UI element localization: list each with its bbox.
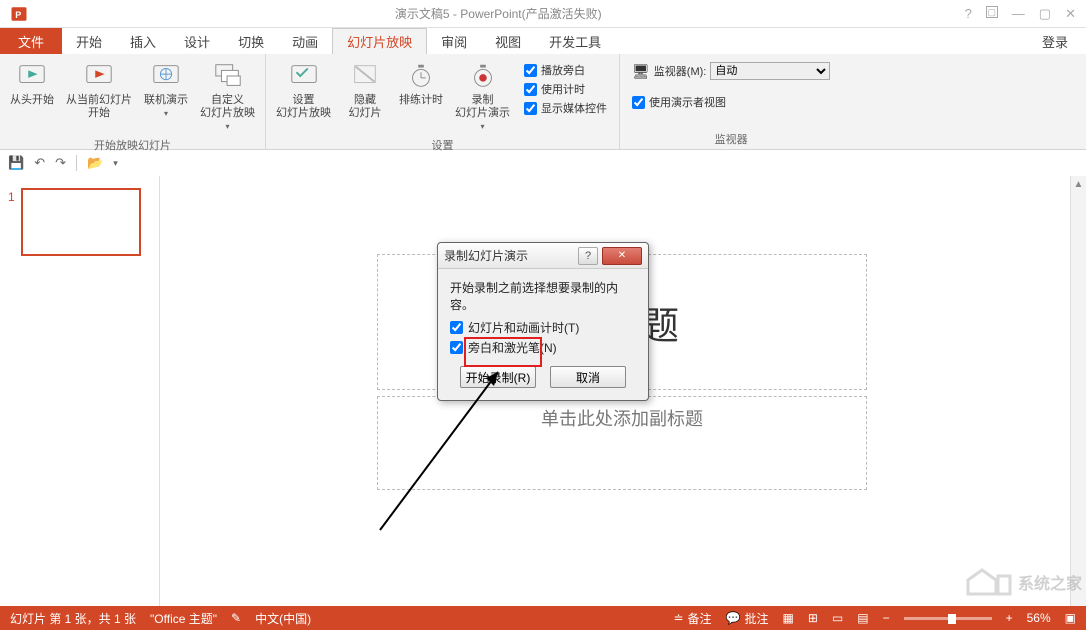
group-label: 监视器 <box>626 129 836 149</box>
record-dialog: 录制幻灯片演示 ? ✕ 开始录制之前选择想要录制的内容。 幻灯片和动画计时(T)… <box>437 242 649 401</box>
narration-checkbox[interactable]: 旁白和激光笔(N) <box>450 339 636 356</box>
tab-animations[interactable]: 动画 <box>278 28 332 54</box>
svg-text:P: P <box>15 9 21 19</box>
custom-show-icon <box>212 60 244 92</box>
undo-icon[interactable]: ↶ <box>34 155 45 171</box>
dialog-titlebar[interactable]: 录制幻灯片演示 ? ✕ <box>438 243 648 269</box>
monitor-label: 监视器(M): <box>654 63 707 79</box>
minimize-icon[interactable]: — <box>1012 6 1025 22</box>
play-narrations-checkbox[interactable]: 播放旁白 <box>524 62 607 78</box>
qat-sep <box>76 155 77 171</box>
dialog-prompt: 开始录制之前选择想要录制的内容。 <box>450 279 636 313</box>
present-online-icon <box>150 60 182 92</box>
ribbon: 从头开始 从当前幻灯片 开始 联机演示▾ 自定义 幻灯片放映▾ 开始放映幻灯片 … <box>0 54 1086 150</box>
save-icon[interactable]: 💾 <box>8 155 24 171</box>
maximize-icon[interactable]: ▢ <box>1039 6 1051 22</box>
cancel-button[interactable]: 取消 <box>550 366 626 388</box>
slide-number: 1 <box>8 190 15 204</box>
login-link[interactable]: 登录 <box>1024 28 1086 54</box>
normal-view-icon[interactable]: ▦ <box>783 611 794 625</box>
from-beginning-button[interactable]: 从头开始 <box>6 58 58 109</box>
from-current-button[interactable]: 从当前幻灯片 开始 <box>62 58 136 122</box>
tab-view[interactable]: 视图 <box>481 28 535 54</box>
reading-view-icon[interactable]: ▭ <box>832 611 843 625</box>
thumbnail-preview[interactable] <box>21 188 141 256</box>
dialog-title: 录制幻灯片演示 <box>444 247 528 264</box>
record-button[interactable]: 录制 幻灯片演示▾ <box>451 58 514 135</box>
chevron-down-icon: ▾ <box>225 122 229 131</box>
setup-show-icon <box>288 60 320 92</box>
statusbar: 幻灯片 第 1 张，共 1 张 "Office 主题" ✎ 中文(中国) ≐ 备… <box>0 606 1086 630</box>
fit-to-window-icon[interactable]: ▣ <box>1065 611 1076 625</box>
status-slide-info[interactable]: 幻灯片 第 1 张，共 1 张 <box>10 610 136 627</box>
tab-design[interactable]: 设计 <box>170 28 224 54</box>
play-from-start-icon <box>16 60 48 92</box>
scroll-up-icon[interactable]: ▲ <box>1071 176 1086 192</box>
chevron-down-icon: ▾ <box>164 109 168 118</box>
rehearse-icon <box>405 60 437 92</box>
group-setup: 设置 幻灯片放映 隐藏 幻灯片 排练计时 录制 幻灯片演示▾ 播放旁白 使用计时… <box>266 54 620 149</box>
slide-thumbnail[interactable]: 1 <box>8 188 151 256</box>
zoom-in-icon[interactable]: + <box>1006 611 1013 625</box>
ribbon-tabs: 文件 开始 插入 设计 切换 动画 幻灯片放映 审阅 视图 开发工具 登录 <box>0 28 1086 54</box>
slideshow-view-icon[interactable]: ▤ <box>857 611 868 625</box>
watermark: 系统之家 <box>962 562 1082 602</box>
monitor-select[interactable]: 自动 <box>710 62 830 80</box>
play-from-current-icon <box>83 60 115 92</box>
presenter-view-checkbox[interactable]: 使用演示者视图 <box>626 90 732 114</box>
tab-transitions[interactable]: 切换 <box>224 28 278 54</box>
subtitle-placeholder[interactable]: 单击此处添加副标题 <box>377 396 867 490</box>
rehearse-button[interactable]: 排练计时 <box>395 58 447 109</box>
titlebar: P 演示文稿5 - PowerPoint(产品激活失败) ? ▢ — ▢ ✕ <box>0 0 1086 28</box>
group-label: 设置 <box>272 135 613 155</box>
close-icon[interactable]: ✕ <box>1065 6 1076 22</box>
group-label: 开始放映幻灯片 <box>6 135 259 155</box>
tab-file[interactable]: 文件 <box>0 28 62 54</box>
show-media-checkbox[interactable]: 显示媒体控件 <box>524 100 607 116</box>
timing-checkbox[interactable]: 幻灯片和动画计时(T) <box>450 319 636 336</box>
status-theme[interactable]: "Office 主题" <box>150 610 217 627</box>
redo-icon[interactable]: ↷ <box>55 155 66 171</box>
dialog-close-icon[interactable]: ✕ <box>602 247 642 265</box>
slide-thumbnail-panel: 1 <box>0 176 160 606</box>
sorter-view-icon[interactable]: ⊞ <box>808 611 818 625</box>
comments-button[interactable]: 💬 批注 <box>726 610 769 627</box>
qat-dropdown-icon[interactable]: ▾ <box>113 158 118 169</box>
dialog-help-icon[interactable]: ? <box>578 247 598 265</box>
hide-slide-button[interactable]: 隐藏 幻灯片 <box>339 58 391 122</box>
ribbon-options-icon[interactable]: ▢ <box>986 6 998 18</box>
window-title: 演示文稿5 - PowerPoint(产品激活失败) <box>32 5 965 22</box>
tab-insert[interactable]: 插入 <box>116 28 170 54</box>
app-icon: P <box>6 4 32 24</box>
spellcheck-icon[interactable]: ✎ <box>231 611 241 625</box>
tab-slideshow[interactable]: 幻灯片放映 <box>332 28 427 54</box>
zoom-value[interactable]: 56% <box>1027 611 1051 625</box>
zoom-out-icon[interactable]: − <box>883 611 890 625</box>
setup-show-button[interactable]: 设置 幻灯片放映 <box>272 58 335 122</box>
chevron-down-icon: ▾ <box>480 122 484 131</box>
group-start-slideshow: 从头开始 从当前幻灯片 开始 联机演示▾ 自定义 幻灯片放映▾ 开始放映幻灯片 <box>0 54 266 149</box>
vertical-scrollbar[interactable]: ▲ <box>1070 176 1086 606</box>
tab-home[interactable]: 开始 <box>62 28 116 54</box>
hide-slide-icon <box>349 60 381 92</box>
group-monitors: 🖥 监视器(M): 自动 使用演示者视图 监视器 <box>620 54 842 149</box>
tab-developer[interactable]: 开发工具 <box>535 28 615 54</box>
start-record-button[interactable]: 开始录制(R) <box>460 366 536 388</box>
tab-review[interactable]: 审阅 <box>427 28 481 54</box>
present-online-button[interactable]: 联机演示▾ <box>140 58 192 122</box>
use-timings-checkbox[interactable]: 使用计时 <box>524 81 607 97</box>
custom-show-button[interactable]: 自定义 幻灯片放映▾ <box>196 58 259 135</box>
monitor-icon: 🖥 <box>632 63 650 80</box>
record-icon <box>467 60 499 92</box>
notes-button[interactable]: ≐ 备注 <box>673 610 711 627</box>
open-icon[interactable]: 📂 <box>87 155 103 171</box>
help-icon[interactable]: ? <box>965 6 972 22</box>
zoom-slider[interactable] <box>904 617 992 620</box>
status-language[interactable]: 中文(中国) <box>255 610 311 627</box>
